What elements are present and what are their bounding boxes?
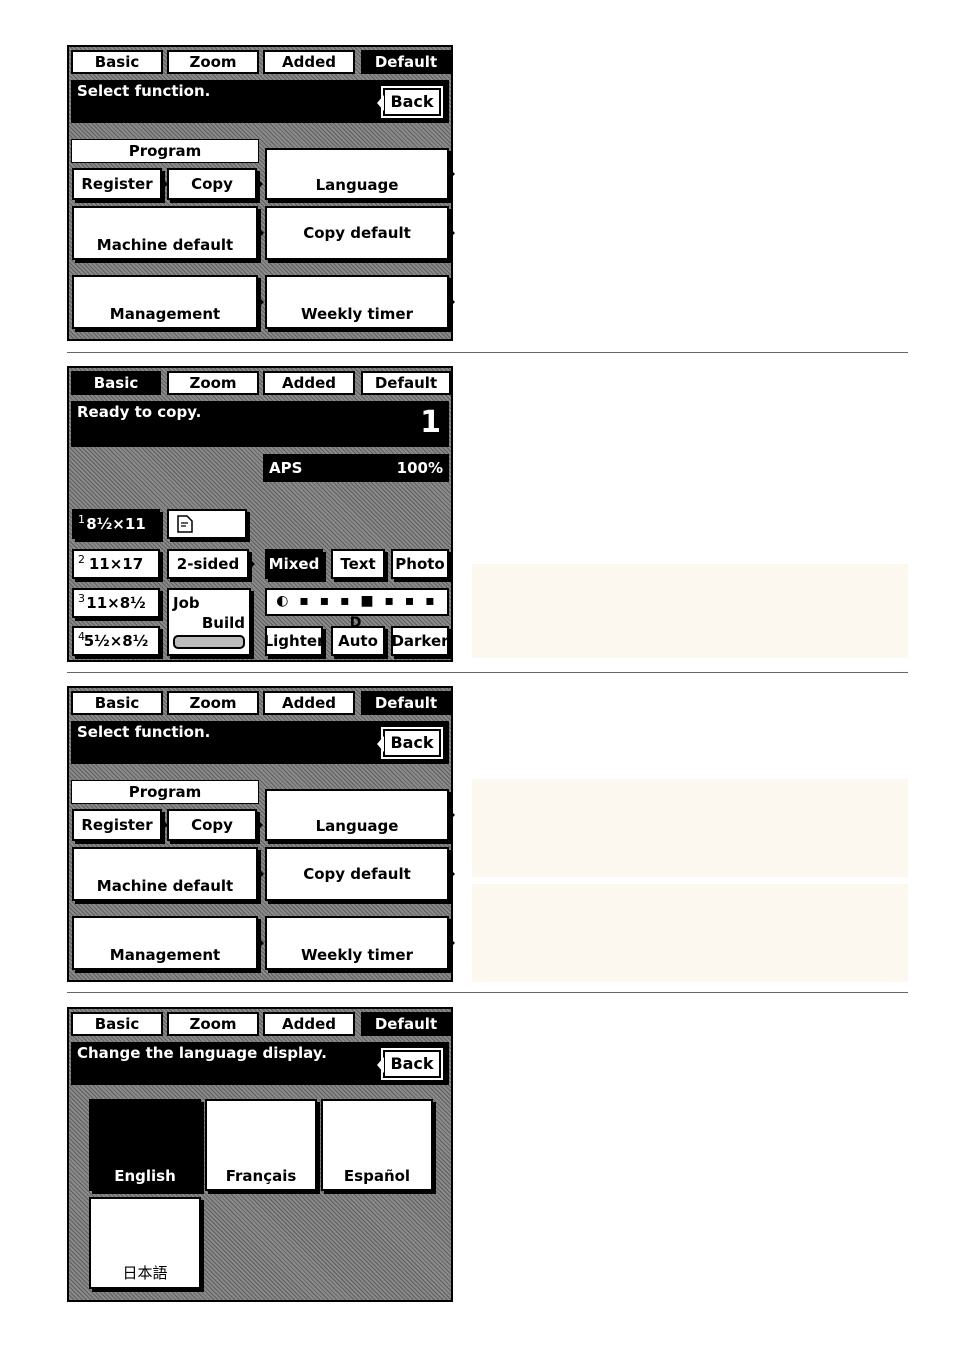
weekly-timer-button[interactable]: Weekly timer [265, 275, 455, 329]
english-button[interactable]: English [89, 1099, 201, 1191]
status-bar: Ready to copy. 1 [71, 401, 449, 447]
paper-size: 11×17 [88, 555, 144, 573]
japanese-button[interactable]: 日本語 [89, 1197, 201, 1289]
program-label: Program [71, 780, 259, 804]
copy-button[interactable]: Copy [167, 168, 263, 200]
tab-default[interactable]: Default [361, 371, 451, 395]
status-message: Select function. [77, 82, 211, 100]
tab-bar: Basic Zoom Added Default [71, 50, 451, 75]
paper-size: 11×8½ [86, 594, 146, 612]
lighter-button[interactable]: Lighter [264, 626, 324, 656]
status-message: Change the language display. [77, 1044, 327, 1062]
language-button[interactable]: Language [265, 789, 455, 841]
tab-added[interactable]: Added [263, 50, 355, 74]
status-bar: Select function. Back [71, 721, 449, 764]
tab-bar: Basic Zoom Added Default [71, 691, 451, 716]
paper-number: 2 [78, 553, 85, 566]
paper-button-4[interactable]: 4 5½×8½ [72, 626, 160, 656]
note-box [472, 779, 908, 877]
management-button[interactable]: Management [72, 916, 264, 970]
tab-added[interactable]: Added [263, 1012, 355, 1036]
auto-button[interactable]: Auto [331, 626, 385, 656]
machine-default-button[interactable]: Machine default [72, 847, 264, 901]
tab-added[interactable]: Added [263, 691, 355, 715]
exposure-scale[interactable]: ◐ ▪ ▪ ▪ ■ ▪ ▪ ▪ D [265, 588, 449, 631]
note-box [472, 564, 908, 658]
document-icon [177, 515, 193, 533]
aps-bar: APS 100% [263, 454, 449, 482]
language-button[interactable]: Language [265, 148, 455, 200]
job-build-line-1: Job [173, 594, 200, 612]
divider [67, 992, 908, 993]
tab-default[interactable]: Default [361, 691, 451, 715]
divider [67, 352, 908, 353]
tab-added[interactable]: Added [263, 371, 355, 395]
language-screen: Basic Zoom Added Default Change the lang… [67, 1007, 453, 1302]
status-bar: Change the language display. Back [71, 1042, 449, 1085]
paper-number: 3 [78, 592, 85, 605]
paper-size: 5½×8½ [83, 632, 149, 650]
divider [67, 672, 908, 673]
tab-default[interactable]: Default [361, 1012, 451, 1036]
tab-default[interactable]: Default [361, 50, 451, 74]
tab-bar: Basic Zoom Added Default [71, 1012, 451, 1037]
two-sided-button[interactable]: 2-sided [167, 549, 255, 579]
mixed-button[interactable]: Mixed [265, 549, 323, 579]
default-screen-2: Basic Zoom Added Default Select function… [67, 686, 455, 982]
status-bar: Select function. Back [71, 80, 449, 123]
paper-size: 8½×11 [86, 515, 146, 533]
french-button[interactable]: Français [205, 1099, 317, 1191]
aps-label: APS [269, 459, 303, 477]
weekly-timer-button[interactable]: Weekly timer [265, 916, 455, 970]
paper-button-2[interactable]: 2 11×17 [72, 549, 160, 579]
spanish-button[interactable]: Español [321, 1099, 433, 1191]
paper-number: 4 [78, 630, 85, 643]
default-screen-1: Basic Zoom Added Default Select function… [67, 45, 455, 341]
copy-count: 1 [420, 405, 441, 440]
program-label: Program [71, 139, 259, 163]
job-build-line-2: Build [201, 614, 245, 632]
tab-bar: Basic Zoom Added Default [71, 371, 451, 396]
tab-zoom[interactable]: Zoom [167, 50, 259, 74]
register-button[interactable]: Register [72, 809, 168, 841]
tab-basic[interactable]: Basic [71, 371, 161, 395]
job-build-toggle [173, 635, 245, 649]
tab-basic[interactable]: Basic [71, 1012, 163, 1036]
copy-button[interactable]: Copy [167, 809, 263, 841]
paper-button-3[interactable]: 3 11×8½ [72, 588, 160, 618]
tab-basic[interactable]: Basic [71, 50, 163, 74]
tab-basic[interactable]: Basic [71, 691, 163, 715]
register-button[interactable]: Register [72, 168, 168, 200]
basic-screen: Basic Zoom Added Default Ready to copy. … [67, 366, 453, 662]
copy-default-button[interactable]: Copy default [265, 206, 455, 260]
tab-zoom[interactable]: Zoom [167, 691, 259, 715]
status-message: Ready to copy. [77, 403, 202, 421]
tab-zoom[interactable]: Zoom [167, 371, 259, 395]
management-button[interactable]: Management [72, 275, 264, 329]
photo-button[interactable]: Photo [391, 549, 449, 579]
machine-default-button[interactable]: Machine default [72, 206, 264, 260]
text-button[interactable]: Text [331, 549, 385, 579]
original-orientation-button[interactable] [167, 509, 247, 539]
job-build-button[interactable]: Job Build [167, 588, 251, 656]
zoom-ratio: 100% [396, 459, 443, 477]
status-message: Select function. [77, 723, 211, 741]
note-box [472, 884, 908, 982]
paper-number: 1 [78, 513, 85, 526]
paper-button-1[interactable]: 1 8½×11 [72, 509, 160, 539]
back-button[interactable]: Back [377, 86, 443, 118]
copy-default-button[interactable]: Copy default [265, 847, 455, 901]
tab-zoom[interactable]: Zoom [167, 1012, 259, 1036]
darker-button[interactable]: Darker [391, 626, 449, 656]
back-button[interactable]: Back [377, 727, 443, 759]
back-button[interactable]: Back [377, 1048, 443, 1080]
